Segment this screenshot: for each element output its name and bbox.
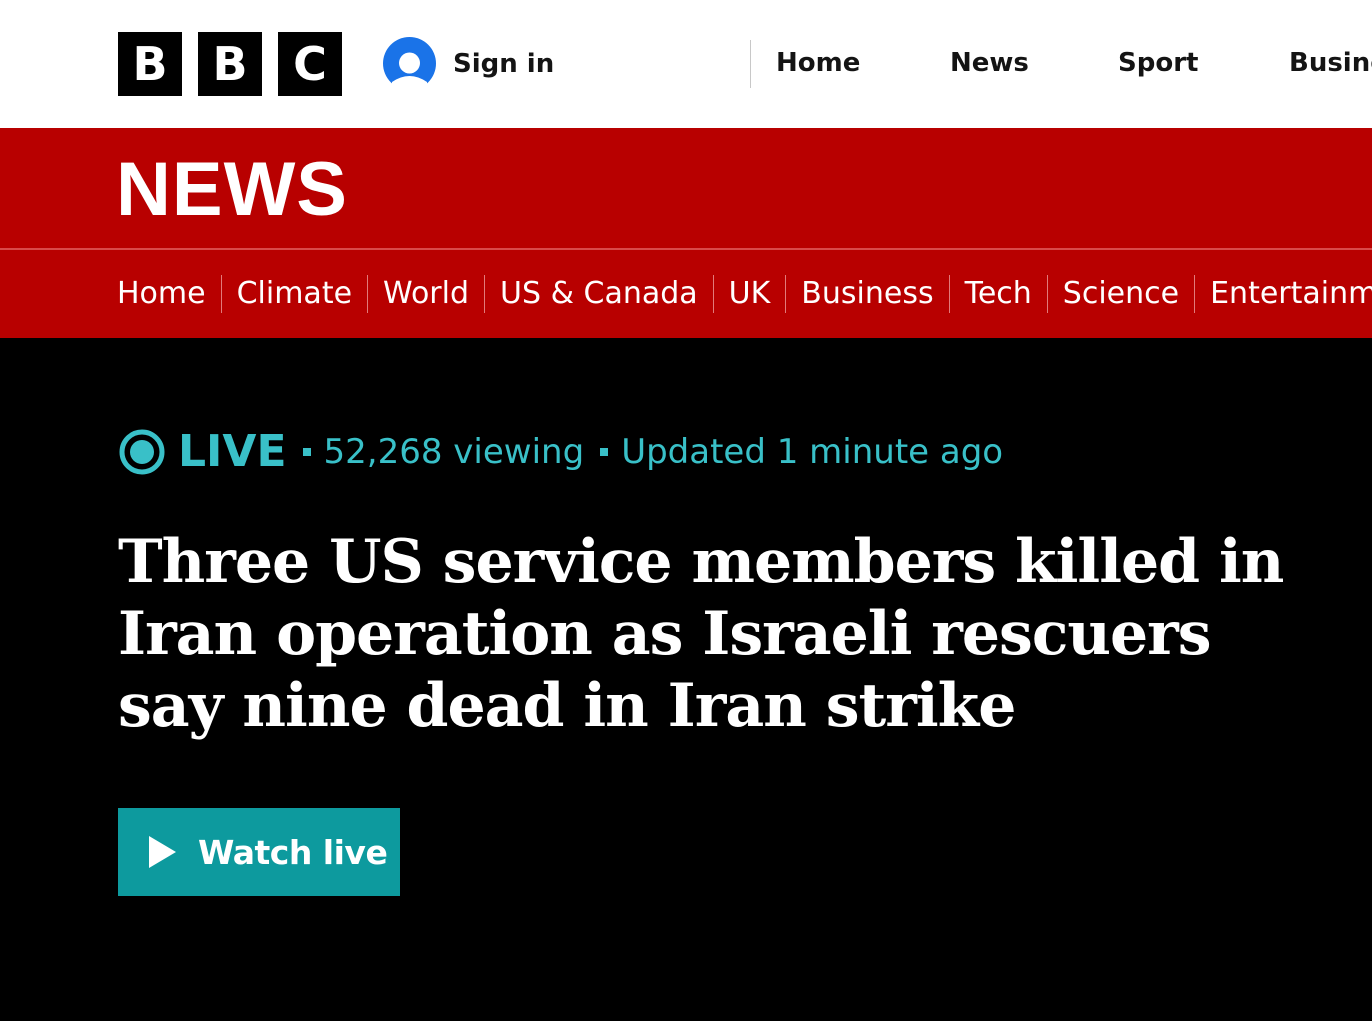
- logo-letter-b2: B: [198, 32, 262, 96]
- section-nav-world[interactable]: World: [383, 274, 469, 314]
- news-banner: NEWS: [0, 128, 1372, 248]
- section-nav-business[interactable]: Business: [801, 274, 933, 314]
- section-nav-entertainment[interactable]: Entertainm: [1210, 274, 1372, 314]
- page-title: Three US service members killed in Iran …: [118, 527, 1284, 741]
- logo-letter-b1: B: [118, 32, 182, 96]
- live-indicator-icon: [119, 429, 165, 474]
- global-header: B B C Sign in Home News Sport Busine: [0, 0, 1372, 128]
- section-nav-science[interactable]: Science: [1063, 274, 1179, 314]
- logo-letter-c: C: [278, 32, 342, 96]
- updated-timestamp: Updated 1 minute ago: [621, 431, 1004, 472]
- watch-live-label: Watch live: [198, 832, 388, 872]
- topnav-home[interactable]: Home: [776, 46, 860, 80]
- section-nav-us-canada[interactable]: US & Canada: [500, 274, 698, 314]
- topnav-sport[interactable]: Sport: [1118, 46, 1198, 80]
- user-icon: [383, 37, 436, 90]
- live-hero: LIVE 52,268 viewing Updated 1 minute ago…: [0, 338, 1372, 1021]
- section-nav-tech[interactable]: Tech: [965, 274, 1032, 314]
- nav-separator: [785, 275, 787, 313]
- section-nav-uk[interactable]: UK: [729, 274, 771, 314]
- nav-separator: [1046, 275, 1048, 313]
- sign-in-link[interactable]: Sign in: [383, 37, 554, 90]
- bbc-logo[interactable]: B B C: [118, 32, 342, 96]
- section-nav-home[interactable]: Home: [117, 274, 206, 314]
- sign-in-label: Sign in: [453, 48, 555, 79]
- play-icon: [149, 836, 176, 868]
- meta-separator: [600, 447, 609, 456]
- meta-separator: [302, 447, 311, 456]
- live-status-bar: LIVE 52,268 viewing Updated 1 minute ago: [118, 426, 1003, 477]
- nav-separator: [484, 275, 486, 313]
- live-label: LIVE: [178, 426, 287, 477]
- section-nav-climate[interactable]: Climate: [237, 274, 352, 314]
- topnav-business[interactable]: Busine: [1289, 46, 1372, 80]
- watch-live-button[interactable]: Watch live: [118, 808, 400, 896]
- topnav-news[interactable]: News: [950, 46, 1029, 80]
- nav-separator: [1194, 275, 1196, 313]
- nav-separator: [367, 275, 369, 313]
- viewer-count: 52,268 viewing: [323, 431, 585, 472]
- news-wordmark[interactable]: NEWS: [116, 150, 348, 230]
- header-divider: [750, 40, 751, 88]
- section-nav: Home Climate World US & Canada UK Busine…: [0, 250, 1372, 338]
- nav-separator: [948, 275, 950, 313]
- nav-separator: [220, 275, 222, 313]
- nav-separator: [712, 275, 714, 313]
